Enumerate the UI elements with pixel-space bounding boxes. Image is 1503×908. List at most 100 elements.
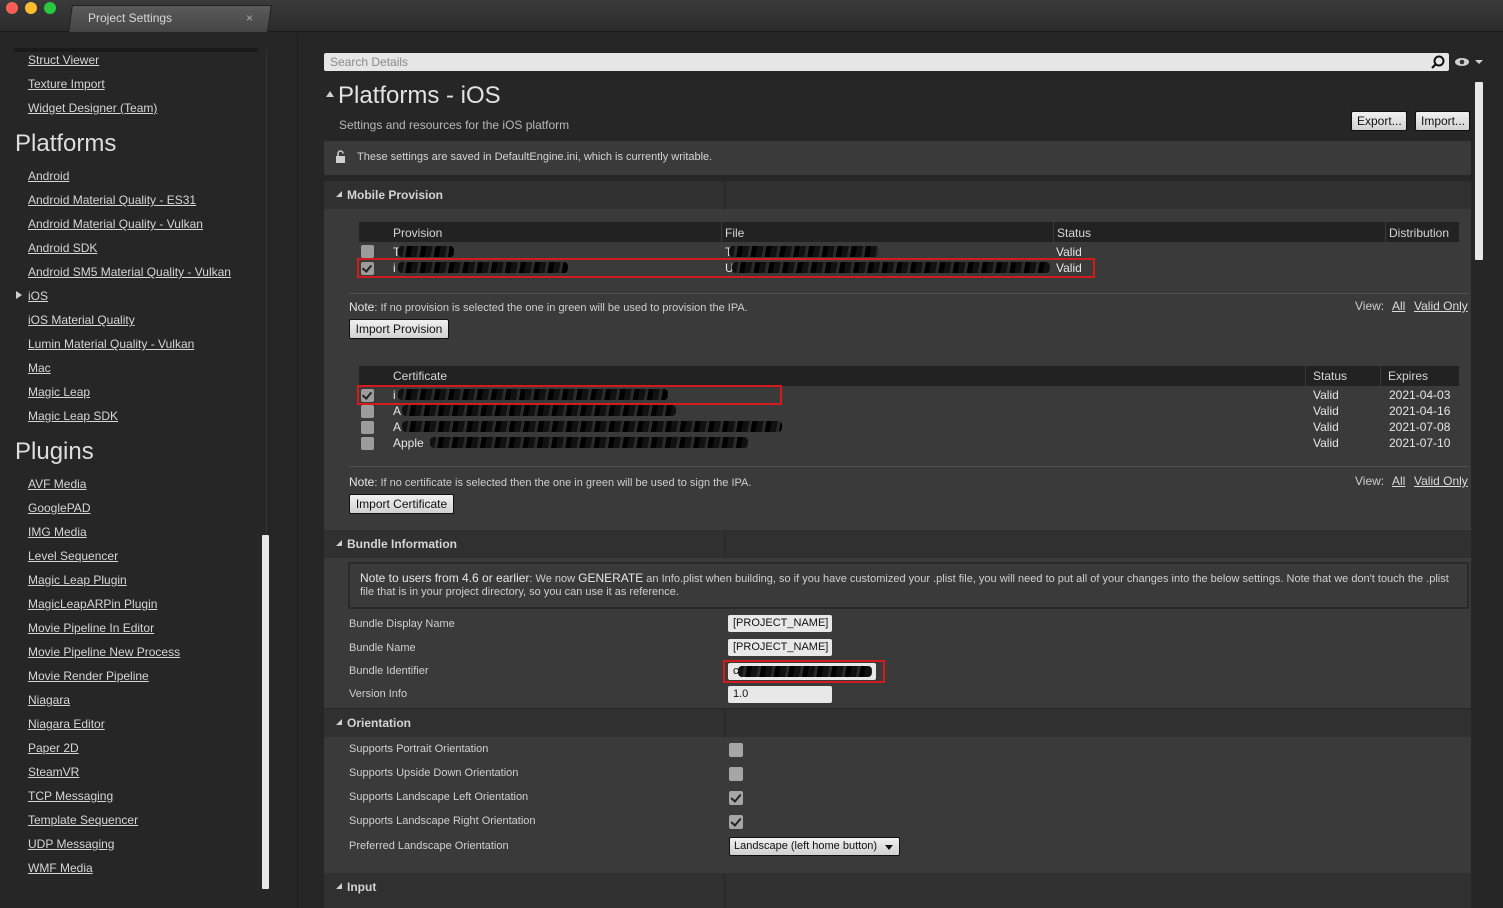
sidebar-item-android-es31[interactable]: Android Material Quality - ES31 — [28, 193, 196, 207]
import-certificate-button[interactable]: Import Certificate — [349, 494, 454, 514]
sidebar-item-avf-media[interactable]: AVF Media — [28, 477, 86, 491]
section-mobile-provision[interactable] — [324, 181, 1471, 209]
provision-table-header — [359, 222, 1459, 242]
sidebar-item-magic-leap-plugin[interactable]: Magic Leap Plugin — [28, 573, 127, 587]
sidebar-scrollbar[interactable] — [262, 535, 269, 889]
certificate-name: A — [393, 420, 402, 434]
sidebar-item-android[interactable]: Android — [28, 169, 69, 183]
upside-down-orientation-checkbox[interactable] — [729, 767, 743, 781]
certificate-view-all-link[interactable]: All — [1392, 474, 1405, 488]
highlight-box — [357, 385, 782, 405]
view-label: View: — [1355, 474, 1385, 488]
provision-note: Note: If no provision is selected the on… — [349, 300, 748, 314]
version-info-input[interactable]: 1.0 — [728, 686, 832, 703]
window-titlebar: Project Settings × — [0, 0, 1503, 32]
column-file: File — [725, 226, 745, 240]
certificate-status: Valid — [1313, 404, 1339, 418]
sidebar-item-movie-pipeline-new-process[interactable]: Movie Pipeline New Process — [28, 645, 180, 659]
minimize-window-button[interactable] — [25, 2, 37, 14]
section-bundle-information[interactable] — [324, 530, 1471, 558]
redacted-text — [729, 246, 879, 257]
highlight-box — [723, 660, 885, 683]
section-orientation[interactable] — [324, 709, 1471, 737]
sidebar-item-android-sdk[interactable]: Android SDK — [28, 241, 97, 255]
certificate-checkbox[interactable] — [361, 437, 374, 450]
sidebar-item-mac[interactable]: Mac — [28, 361, 51, 375]
collapse-arrow-icon[interactable] — [326, 91, 334, 97]
sidebar-item-img-media[interactable]: IMG Media — [28, 525, 87, 539]
certificate-checkbox[interactable] — [361, 405, 374, 418]
section-collapse-icon[interactable] — [336, 719, 342, 725]
bundle-name-label: Bundle Name — [349, 642, 416, 654]
section-input[interactable] — [324, 873, 1471, 908]
section-label: Orientation — [347, 716, 412, 730]
note-label: Note — [349, 475, 375, 489]
landscape-right-orientation-checkbox[interactable] — [729, 815, 743, 829]
sidebar-item-udp-messaging[interactable]: UDP Messaging — [28, 837, 114, 851]
details-scrollbar[interactable] — [1475, 82, 1483, 260]
section-label: Input — [347, 880, 377, 894]
section-collapse-icon[interactable] — [336, 883, 342, 889]
sidebar-item-struct-viewer[interactable]: Struct Viewer — [28, 53, 99, 67]
sidebar-item-movie-pipeline-editor[interactable]: Movie Pipeline In Editor — [28, 621, 154, 635]
certificate-expires: 2021-07-08 — [1389, 420, 1451, 434]
bundle-display-name-input[interactable]: [PROJECT_NAME] — [728, 615, 832, 632]
provision-view-all-link[interactable]: All — [1392, 299, 1405, 313]
eye-icon[interactable] — [1454, 56, 1484, 68]
note-text: : We now — [529, 573, 579, 585]
sidebar-item-paper-2d[interactable]: Paper 2D — [28, 741, 79, 755]
certificate-table-header — [359, 366, 1459, 386]
sidebar-item-texture-import[interactable]: Texture Import — [28, 77, 105, 91]
certificate-expires: 2021-04-16 — [1389, 404, 1451, 418]
column-distribution: Distribution — [1389, 226, 1450, 240]
column-status: Status — [1313, 369, 1348, 383]
sidebar-item-niagara[interactable]: Niagara — [28, 693, 70, 707]
tab-close-icon[interactable]: × — [246, 11, 253, 25]
sidebar-item-magic-leap[interactable]: Magic Leap — [28, 385, 90, 399]
sidebar-item-ios[interactable]: iOS — [28, 289, 48, 303]
close-window-button[interactable] — [6, 2, 18, 14]
sidebar-item-lumin-vulkan[interactable]: Lumin Material Quality - Vulkan — [28, 337, 194, 351]
sidebar-item-tcp-messaging[interactable]: TCP Messaging — [28, 789, 113, 803]
sidebar-item-template-sequencer[interactable]: Template Sequencer — [28, 813, 138, 827]
sidebar-item-level-sequencer[interactable]: Level Sequencer — [28, 549, 118, 563]
certificate-expires: 2021-04-03 — [1389, 388, 1451, 402]
redacted-text — [430, 437, 748, 448]
certificate-checkbox[interactable] — [361, 421, 374, 434]
sidebar-item-android-vulkan[interactable]: Android Material Quality - Vulkan — [28, 217, 203, 231]
certificate-name: A — [393, 404, 402, 418]
tab-title: Project Settings — [88, 11, 173, 25]
highlight-box — [357, 258, 1095, 278]
bundle-display-name-label: Bundle Display Name — [349, 618, 455, 630]
sidebar-item-steamvr[interactable]: SteamVR — [28, 765, 79, 779]
sidebar-item-magicleaparpin[interactable]: MagicLeapARPin Plugin — [28, 597, 157, 611]
sidebar-item-ios-material-quality[interactable]: iOS Material Quality — [28, 313, 135, 327]
certificate-view-valid-only-link[interactable]: Valid Only — [1414, 474, 1468, 488]
landscape-left-orientation-checkbox[interactable] — [729, 791, 743, 805]
section-collapse-icon[interactable] — [336, 540, 342, 546]
sidebar-item-wmf-media[interactable]: WMF Media — [28, 861, 93, 875]
sidebar-item-widget-designer[interactable]: Widget Designer (Team) — [28, 101, 157, 115]
bundle-name-input[interactable]: [PROJECT_NAME] — [728, 639, 832, 656]
redacted-text — [402, 405, 676, 416]
preferred-landscape-dropdown[interactable]: Landscape (left home button) — [729, 837, 900, 856]
provision-view-valid-only-link[interactable]: Valid Only — [1414, 299, 1468, 313]
sidebar-item-magic-leap-sdk[interactable]: Magic Leap SDK — [28, 409, 118, 423]
search-icon[interactable] — [1431, 55, 1445, 69]
sidebar-item-android-sm5[interactable]: Android SM5 Material Quality - Vulkan — [28, 265, 231, 279]
provision-checkbox[interactable] — [361, 245, 374, 258]
import-button[interactable]: Import... — [1415, 111, 1470, 131]
sidebar-item-niagara-editor[interactable]: Niagara Editor — [28, 717, 105, 731]
search-box — [324, 53, 1449, 71]
sidebar-item-googlepad[interactable]: GooglePAD — [28, 501, 90, 515]
portrait-orientation-checkbox[interactable] — [729, 743, 743, 757]
section-collapse-icon[interactable] — [336, 191, 342, 197]
sidebar-item-movie-render-pipeline[interactable]: Movie Render Pipeline — [28, 669, 149, 683]
import-provision-button[interactable]: Import Provision — [349, 319, 449, 339]
zoom-window-button[interactable] — [44, 2, 56, 14]
page-subtitle: Settings and resources for the iOS platf… — [339, 118, 570, 132]
unlocked-icon — [336, 150, 345, 163]
version-info-label: Version Info — [349, 688, 408, 700]
search-input[interactable] — [324, 53, 1414, 71]
export-button[interactable]: Export... — [1351, 111, 1407, 131]
